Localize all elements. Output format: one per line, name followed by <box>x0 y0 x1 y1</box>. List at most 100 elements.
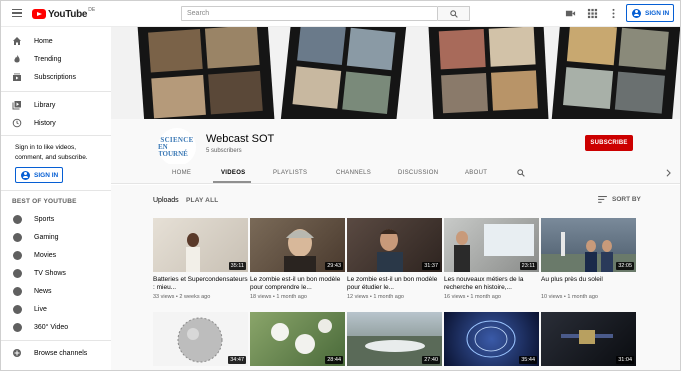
video-meta: 33 views • 2 weeks ago <box>153 294 211 300</box>
tab-channels[interactable]: CHANNELS <box>336 170 371 176</box>
video-title[interactable]: Le zombie est-il un bon modèle pour étud… <box>347 276 442 292</box>
videos-section: Uploads PLAY ALL SORT BY 35:11 Batteries… <box>111 185 680 370</box>
sidebar-item-tv-shows[interactable]: TV Shows <box>1 265 111 281</box>
sidebar-item-label: Movies <box>34 251 57 259</box>
youtube-play-icon <box>32 9 46 19</box>
video-card[interactable]: 35:44 <box>444 312 539 366</box>
video-thumbnail[interactable]: 29:43 <box>250 218 345 272</box>
video-card[interactable]: 28:44 <box>250 312 345 366</box>
apps-grid-icon[interactable] <box>587 8 598 19</box>
video-card[interactable]: 35:11 Batteries et Supercondensateurs : … <box>153 218 248 300</box>
sidebar-item-browse-channels[interactable]: Browse channels <box>1 345 111 361</box>
sidebar-item-live[interactable]: Live <box>1 301 111 317</box>
video-duration: 27:40 <box>422 356 440 364</box>
video-card[interactable]: 31:04 <box>541 312 636 366</box>
sign-in-label: SIGN IN <box>34 171 59 179</box>
video-card[interactable]: 32:05 Au plus près du soleil 10 views • … <box>541 218 636 300</box>
video-duration: 29:43 <box>325 262 343 270</box>
play-all-button[interactable]: PLAY ALL <box>186 197 218 204</box>
video-duration: 31:37 <box>422 262 440 270</box>
logo-word: YouTube <box>48 8 88 20</box>
video-views: 12 views <box>347 294 369 300</box>
video-thumbnail[interactable]: 27:40 <box>347 312 442 366</box>
sidebar-item-sports[interactable]: Sports <box>1 211 111 227</box>
video-thumbnail[interactable]: 28:44 <box>250 312 345 366</box>
channel-name: Webcast SOT <box>206 133 275 145</box>
video-card[interactable]: 27:40 <box>347 312 442 366</box>
sidebar-item-label: Live <box>34 305 47 313</box>
video-card[interactable]: 34:47 <box>153 312 248 366</box>
youtube-channel-page: YouTube DE Search SIGN IN Home Trending … <box>0 0 681 371</box>
menu-icon[interactable] <box>12 9 22 18</box>
tab-discussion[interactable]: DISCUSSION <box>398 170 438 176</box>
sidebar-item-subscriptions[interactable]: Subscriptions <box>1 69 111 85</box>
sidebar-item-home[interactable]: Home <box>1 33 111 49</box>
video-thumbnail[interactable]: 31:04 <box>541 312 636 366</box>
top-bar: YouTube DE Search SIGN IN <box>1 1 680 27</box>
video-thumbnail[interactable]: 34:47 <box>153 312 248 366</box>
video-thumbnail[interactable]: 32:05 <box>541 218 636 272</box>
chevron-right-icon[interactable] <box>665 169 672 177</box>
best-of-youtube-heading: BEST OF YOUTUBE <box>12 198 77 205</box>
subscriptions-icon <box>13 73 21 81</box>
video-age: 1 month ago <box>373 294 404 300</box>
sidebar-item-trending[interactable]: Trending <box>1 51 111 67</box>
more-vertical-icon[interactable] <box>608 8 619 19</box>
sidebar-item-gaming[interactable]: Gaming <box>1 229 111 245</box>
sidebar-item-news[interactable]: News <box>1 283 111 299</box>
video-title[interactable]: Au plus près du soleil <box>541 276 636 292</box>
sidebar-sign-in-button[interactable]: SIGN IN <box>15 167 63 183</box>
logo-region: DE <box>88 7 96 13</box>
video-views: 33 views <box>153 294 175 300</box>
sidebar-item-360-video[interactable]: 360° Video <box>1 319 111 335</box>
sidebar-item-label: Home <box>34 37 53 45</box>
sidebar-item-library[interactable]: Library <box>1 97 111 113</box>
video-title[interactable]: Le zombie est-il un bon modèle pour comp… <box>250 276 345 292</box>
video-age: 1 month ago <box>567 294 598 300</box>
tab-playlists[interactable]: PLAYLISTS <box>273 170 307 176</box>
video-meta: 10 views • 1 month ago <box>541 294 598 300</box>
sort-by-button[interactable]: SORT BY <box>598 196 641 203</box>
create-video-icon[interactable] <box>565 8 576 19</box>
subscribe-button[interactable]: SUBSCRIBE <box>585 135 633 151</box>
video-age: 2 weeks ago <box>179 294 211 300</box>
sidebar-item-label: Browse channels <box>34 349 88 357</box>
channel-avatar[interactable]: SCIENCE EN TOURNÉ <box>158 128 196 166</box>
youtube-logo[interactable]: YouTube DE <box>32 7 96 20</box>
tab-about[interactable]: ABOUT <box>465 170 487 176</box>
tab-videos[interactable]: VIDEOS <box>221 170 245 176</box>
search-button[interactable] <box>438 6 470 21</box>
sidebar-item-label: 360° Video <box>34 323 69 331</box>
sidebar: Home Trending Subscriptions Library Hist… <box>1 27 111 370</box>
sidebar-item-label: Trending <box>34 55 62 63</box>
video-card[interactable]: 23:11 Les nouveaux métiers de la recherc… <box>444 218 539 300</box>
video-card[interactable]: 29:43 Le zombie est-il un bon modèle pou… <box>250 218 345 300</box>
video-thumbnail[interactable]: 35:11 <box>153 218 248 272</box>
sidebar-divider <box>1 190 111 191</box>
search-icon <box>449 9 458 18</box>
sidebar-item-movies[interactable]: Movies <box>1 247 111 263</box>
account-icon <box>21 170 30 180</box>
sidebar-item-label: Sports <box>34 215 55 223</box>
sidebar-divider <box>1 91 111 92</box>
library-icon <box>12 101 21 110</box>
video-title[interactable]: Batteries et Supercondensateurs : mieu..… <box>153 276 248 292</box>
sidebar-item-label: TV Shows <box>34 269 66 277</box>
video-thumbnail[interactable]: 23:11 <box>444 218 539 272</box>
sign-in-button[interactable]: SIGN IN <box>626 4 674 22</box>
subscriber-count: 5 subscribers <box>206 148 242 154</box>
360-video-icon <box>12 322 22 332</box>
account-icon <box>632 8 641 18</box>
video-title[interactable]: Les nouveaux métiers de la recherche en … <box>444 276 539 292</box>
sidebar-item-label: News <box>34 287 52 295</box>
video-card[interactable]: 31:37 Le zombie est-il un bon modèle pou… <box>347 218 442 300</box>
active-tab-indicator <box>213 181 251 183</box>
video-thumbnail[interactable]: 31:37 <box>347 218 442 272</box>
tab-home[interactable]: HOME <box>172 170 191 176</box>
video-thumbnail[interactable]: 35:44 <box>444 312 539 366</box>
search-input[interactable]: Search <box>181 6 438 21</box>
movies-icon <box>12 250 22 260</box>
channel-search-icon[interactable] <box>517 169 525 177</box>
sidebar-item-label: Subscriptions <box>34 73 77 81</box>
sidebar-item-history[interactable]: History <box>1 115 111 131</box>
